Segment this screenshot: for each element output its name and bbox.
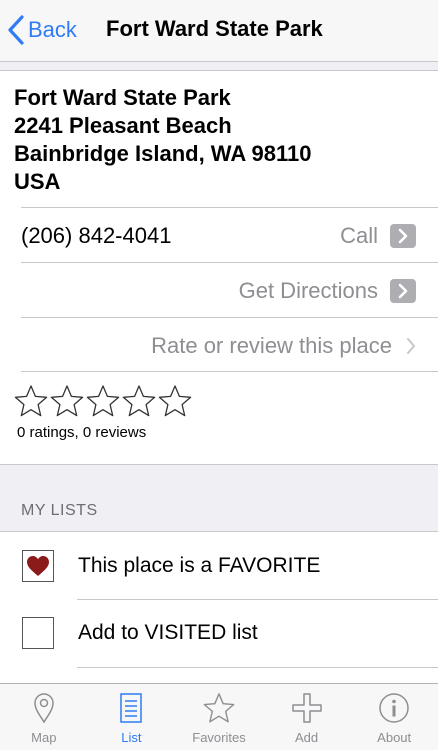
rating-area: 0 ratings, 0 reviews	[14, 384, 194, 441]
star-icon[interactable]	[158, 384, 192, 418]
address-line: Bainbridge Island, WA 98110	[14, 141, 312, 166]
tab-add[interactable]: Add	[263, 684, 351, 750]
visited-label: Add to VISITED list	[78, 621, 258, 644]
star-icon[interactable]	[122, 384, 156, 418]
back-label: Back	[28, 17, 77, 42]
chevron-right-icon	[390, 224, 416, 248]
visited-checkbox[interactable]	[22, 617, 54, 649]
tab-label: About	[377, 730, 412, 745]
tab-map[interactable]: Map	[0, 684, 88, 750]
rate-review-label: Rate or review this place	[151, 333, 392, 358]
tab-label: Add	[295, 730, 319, 745]
phone-row[interactable]: (206) 842-4041 Call	[21, 209, 438, 263]
favorite-checkbox[interactable]	[22, 550, 54, 582]
page-title: Fort Ward State Park	[106, 16, 323, 41]
heart-icon	[27, 556, 49, 576]
star-icon[interactable]	[86, 384, 120, 418]
chevron-right-icon	[390, 279, 416, 303]
top-spacer	[0, 62, 438, 71]
review-row[interactable]: Rate or review this place	[21, 319, 438, 373]
chevron-left-icon	[8, 15, 24, 45]
rating-summary: 0 ratings, 0 reviews	[17, 424, 147, 441]
tab-label: Map	[31, 730, 57, 745]
phone-number: (206) 842-4041	[21, 223, 172, 248]
tab-label: List	[121, 730, 142, 745]
place-address: Fort Ward State Park 2241 Pleasant Beach…	[14, 84, 424, 196]
address-line: Fort Ward State Park	[14, 85, 231, 110]
star-icon[interactable]	[50, 384, 84, 418]
info-icon	[379, 693, 409, 723]
navigation-bar: Back Fort Ward State Park	[0, 0, 438, 62]
section-header: MY LISTS	[21, 502, 98, 519]
star-icon	[203, 693, 235, 723]
star-rating[interactable]	[14, 384, 194, 418]
divider	[77, 667, 438, 668]
tab-list[interactable]: List	[88, 684, 176, 750]
divider	[21, 262, 438, 263]
directions-row[interactable]: Get Directions	[21, 264, 438, 318]
section-background	[0, 464, 438, 532]
get-directions-action[interactable]: Get Directions	[239, 264, 416, 318]
list-icon	[120, 693, 143, 723]
favorite-list-row[interactable]: This place is a FAVORITE	[0, 533, 438, 599]
divider	[21, 207, 438, 208]
tab-favorites[interactable]: Favorites	[175, 684, 263, 750]
favorite-label: This place is a FAVORITE	[78, 554, 321, 577]
tab-about[interactable]: About	[350, 684, 438, 750]
rate-review-action[interactable]: Rate or review this place	[151, 319, 416, 373]
divider	[21, 317, 438, 318]
tab-label: Favorites	[192, 730, 246, 745]
call-action[interactable]: Call	[340, 209, 416, 263]
visited-list-row[interactable]: Add to VISITED list	[0, 600, 438, 666]
star-icon[interactable]	[14, 384, 48, 418]
map-pin-icon	[34, 693, 54, 724]
divider	[21, 371, 438, 372]
back-button[interactable]: Back	[8, 12, 77, 48]
address-line: 2241 Pleasant Beach	[14, 113, 232, 138]
plus-icon	[291, 693, 322, 723]
address-line: USA	[14, 169, 61, 194]
get-directions-label: Get Directions	[238, 278, 378, 303]
tab-bar: Map List Favorites Add About	[0, 683, 438, 750]
call-label: Call	[340, 223, 378, 248]
chevron-right-icon	[407, 338, 415, 354]
